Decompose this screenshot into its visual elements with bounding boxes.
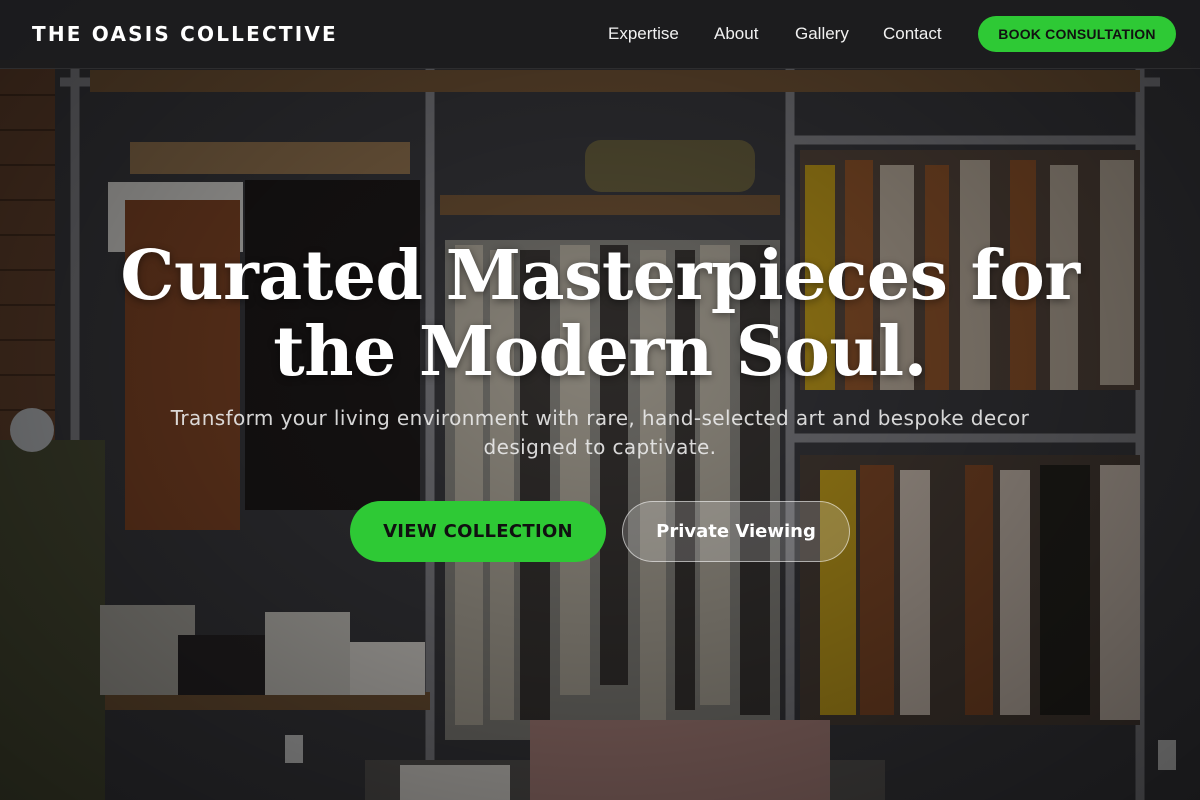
hero-overlay [0,0,1200,800]
book-consultation-button[interactable]: BOOK CONSULTATION [978,16,1176,52]
view-collection-button[interactable]: VIEW COLLECTION [350,501,606,562]
hero-subtitle-line-1: Transform your living environment with r… [170,406,1030,430]
nav-link-gallery[interactable]: Gallery [795,24,849,44]
hero-subtitle-line-2: designed to captivate. [483,435,717,459]
hero-headline: Curated Masterpieces for the Modern Soul… [100,238,1100,390]
top-navbar: THE OASIS COLLECTIVE Expertise About Gal… [0,0,1200,69]
hero-headline-line-1: Curated Masterpieces for [120,236,1080,316]
private-viewing-button[interactable]: Private Viewing [622,501,850,562]
nav-link-about[interactable]: About [714,24,758,44]
hero-headline-line-2: the Modern Soul. [273,312,927,392]
hero-subtitle: Transform your living environment with r… [160,404,1040,462]
nav-link-expertise[interactable]: Expertise [608,24,679,44]
nav-link-contact[interactable]: Contact [883,24,942,44]
